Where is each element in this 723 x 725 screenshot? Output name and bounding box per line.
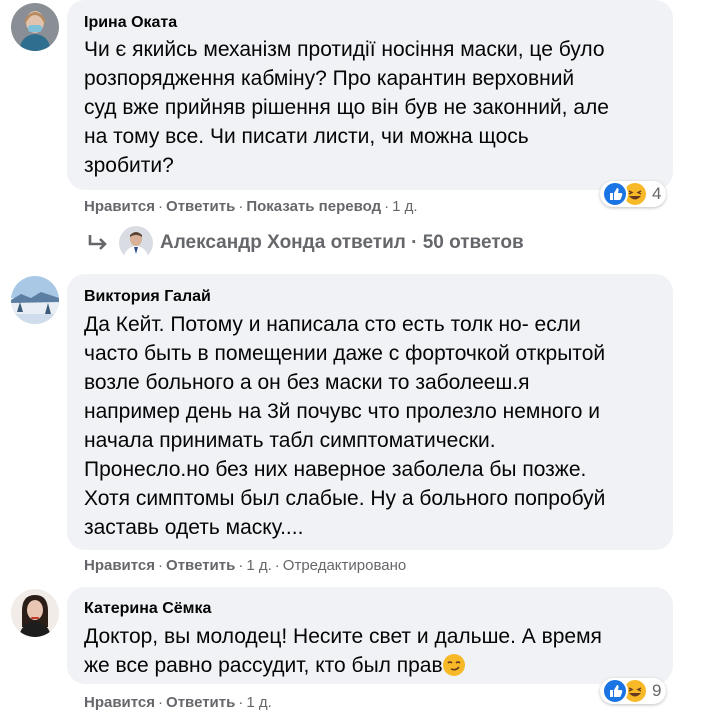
comment-line: Да Кейт. Потому и написала сто есть толк… xyxy=(84,313,581,336)
reaction-summary[interactable]: 9 xyxy=(600,678,667,704)
like-button[interactable]: Нравится xyxy=(84,694,155,711)
avatar[interactable] xyxy=(11,3,59,51)
reaction-count: 4 xyxy=(652,184,662,203)
comment-line: розпорядження кабміну? Про карантин верх… xyxy=(84,67,575,90)
reaction-summary[interactable]: 4 xyxy=(600,181,667,207)
comment-timestamp[interactable]: 1 д. xyxy=(392,198,417,215)
comment-line: Хотя симптомы был слабые. Ну а больного … xyxy=(84,487,606,510)
comment-line: же все равно рассудит, кто был прав xyxy=(84,651,602,680)
comment-text: Да Кейт. Потому и написала сто есть толк… xyxy=(84,310,605,542)
comment-line: Чи є якийсь механізм протидії носіння ма… xyxy=(84,38,605,61)
reply-button[interactable]: Ответить xyxy=(166,557,235,574)
avatar[interactable] xyxy=(119,226,153,260)
avatar[interactable] xyxy=(11,589,59,637)
comment-line-text: же все равно рассудит, кто был прав xyxy=(84,654,443,677)
comment-timestamp[interactable]: 1 д. xyxy=(246,557,271,574)
reply-thread-text[interactable]: Александр Хонда ответил · 50 ответов xyxy=(160,229,524,257)
reply-count[interactable]: ответил · 50 ответов xyxy=(331,232,524,253)
smirk-emoji-icon xyxy=(442,654,465,676)
comment-line: на тому все. Чи писати листи, чи можна щ… xyxy=(84,125,529,148)
reaction-count: 9 xyxy=(652,681,662,700)
comment-author[interactable]: Ірина Оката xyxy=(84,14,177,32)
like-reaction-icon xyxy=(602,181,628,207)
comment-line: начала принимать табл симптоматически. xyxy=(84,429,496,452)
comment-line: Пронесло.но без них наверное заболела бы… xyxy=(84,458,587,481)
reply-arrow-icon xyxy=(86,232,110,259)
comment-line: заставь одеть маску.... xyxy=(84,516,304,539)
reply-button[interactable]: Ответить xyxy=(166,198,235,215)
comment-actions: Нравится · Ответить · 1 д. xyxy=(84,694,272,711)
show-translation-button[interactable]: Показать перевод xyxy=(246,198,381,215)
like-button[interactable]: Нравится xyxy=(84,198,155,215)
comment-author[interactable]: Виктория Галай xyxy=(84,288,211,306)
comment-line: зробити? xyxy=(84,154,174,177)
comment-author[interactable]: Катерина Сёмка xyxy=(84,600,211,618)
avatar[interactable] xyxy=(11,276,59,324)
reply-author[interactable]: Александр Хонда xyxy=(160,232,325,253)
like-reaction-icon xyxy=(602,678,628,704)
comment-timestamp[interactable]: 1 д. xyxy=(246,694,271,711)
comment-line: суд вже прийняв рішення що він був не за… xyxy=(84,96,609,119)
comment-actions: Нравится · Ответить · Показать перевод · 1 д. xyxy=(84,198,418,215)
comment-line: возле больного а он без маски то заболее… xyxy=(84,371,530,394)
comment-line: часто быть в помещении даже с форточкой … xyxy=(84,342,606,365)
comment-line: Доктор, вы молодец! Несите свет и дальше… xyxy=(84,625,602,648)
comment-actions: Нравится · Ответить · 1 д. · Отредактировано xyxy=(84,557,407,574)
comment-line: например день на 3й почувс что пролезло … xyxy=(84,400,601,423)
edited-label[interactable]: Отредактировано xyxy=(283,557,406,574)
like-button[interactable]: Нравится xyxy=(84,557,155,574)
reply-button[interactable]: Ответить xyxy=(166,694,235,711)
comment-text: Доктор, вы молодец! Несите свет и дальше… xyxy=(84,622,602,680)
comment-text: Чи є якийсь механізм протидії носіння ма… xyxy=(84,35,609,180)
